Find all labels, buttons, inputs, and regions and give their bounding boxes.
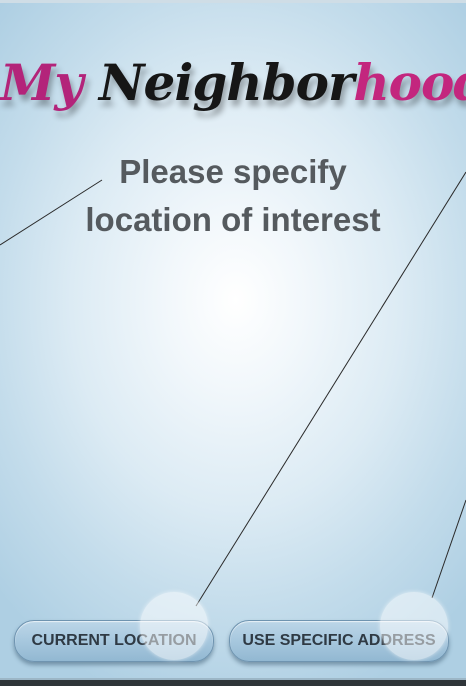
prompt-line-2: location of interest [85, 201, 381, 238]
bottom-bar [0, 680, 466, 686]
app-screen: My Neighborhood Please specify location … [0, 0, 466, 686]
logo-word-neighbor: Neighbor [98, 53, 354, 112]
prompt-line-1: Please specify [119, 153, 347, 190]
app-logo: My Neighborhood [0, 52, 466, 114]
touch-indicator-specific-address [380, 592, 448, 660]
touch-indicator-current-location [140, 592, 208, 660]
annotation-line-specific-address [431, 499, 466, 599]
logo-word-hood: hood [353, 53, 466, 112]
location-prompt: Please specify location of interest [60, 148, 406, 244]
logo-word-my: My [0, 53, 83, 112]
